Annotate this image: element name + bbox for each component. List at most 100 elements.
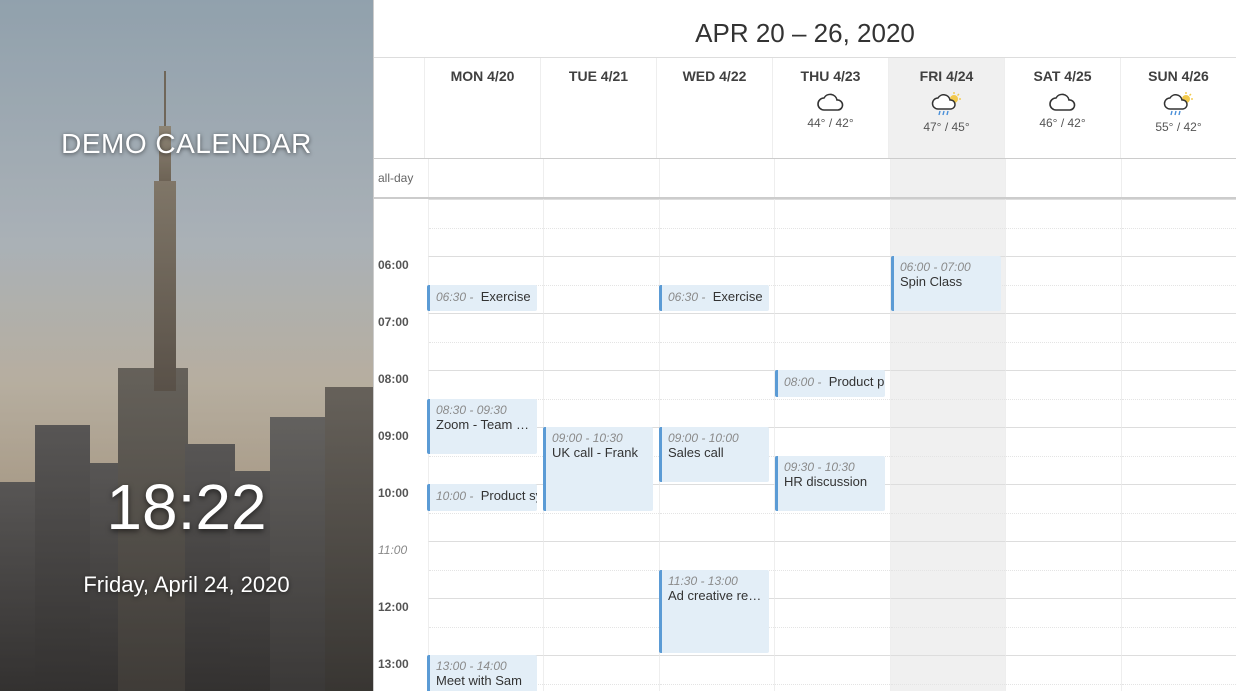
day-header-sat[interactable]: SAT 4/2546° / 42°	[1004, 58, 1120, 158]
weather-hi: 55°	[1155, 120, 1173, 134]
slot-sat-10[interactable]	[1005, 484, 1120, 541]
slot-tue-11[interactable]	[543, 541, 658, 598]
allday-cell-sun[interactable]	[1121, 159, 1236, 197]
day-header-sun[interactable]: SUN 4/2655° / 42°	[1120, 58, 1236, 158]
current-time: 18:22	[0, 470, 373, 544]
calendar-title: DEMO CALENDAR	[0, 128, 373, 160]
slot-sun-13[interactable]	[1121, 655, 1236, 691]
slot-fri-7[interactable]	[890, 313, 1005, 370]
slot-wed-10[interactable]	[659, 484, 774, 541]
slot-thu-5[interactable]	[774, 199, 889, 256]
slot-sun-11[interactable]	[1121, 541, 1236, 598]
slot-tue-6[interactable]	[543, 256, 658, 313]
slot-mon-7[interactable]	[428, 313, 543, 370]
event-tue-0[interactable]: 09:00 - 10:30UK call - Frank	[543, 427, 653, 511]
allday-cell-wed[interactable]	[659, 159, 774, 197]
slot-fri-9[interactable]	[890, 427, 1005, 484]
event-time: 11:30 - 13:00	[668, 574, 763, 588]
slot-fri-12[interactable]	[890, 598, 1005, 655]
time-grid[interactable]: 06:0007:0008:0009:0010:0011:0012:0013:00…	[374, 199, 1236, 691]
slot-sun-6[interactable]	[1121, 256, 1236, 313]
all-day-row: all-day	[374, 159, 1236, 199]
event-wed-2[interactable]: 11:30 - 13:00Ad creative review	[659, 570, 769, 654]
slot-thu-12[interactable]	[774, 598, 889, 655]
weather-lo: 45°	[952, 120, 970, 134]
day-header-mon[interactable]: MON 4/20	[424, 58, 540, 158]
event-thu-0[interactable]: 08:00 - Product planning	[775, 370, 885, 397]
slot-mon-12[interactable]	[428, 598, 543, 655]
slot-sat-11[interactable]	[1005, 541, 1120, 598]
event-fri-0[interactable]: 06:00 - 07:00Spin Class	[891, 256, 1001, 311]
slot-tue-8[interactable]	[543, 370, 658, 427]
slot-sun-5[interactable]	[1121, 199, 1236, 256]
event-mon-2[interactable]: 10:00 - Product sync	[427, 484, 537, 511]
slot-sat-6[interactable]	[1005, 256, 1120, 313]
slot-mon-5[interactable]	[428, 199, 543, 256]
slot-sat-12[interactable]	[1005, 598, 1120, 655]
event-mon-1[interactable]: 08:30 - 09:30Zoom - Team standup	[427, 399, 537, 454]
event-wed-1[interactable]: 09:00 - 10:00Sales call	[659, 427, 769, 482]
slot-sun-12[interactable]	[1121, 598, 1236, 655]
day-header-row: MON 4/20TUE 4/21WED 4/22THU 4/23 44° / 42…	[374, 57, 1236, 159]
weather-lo: 42°	[1184, 120, 1202, 134]
weather-thu: 44° / 42°	[773, 92, 888, 130]
day-header-wed[interactable]: WED 4/22	[656, 58, 772, 158]
event-title: Sales call	[668, 445, 763, 460]
event-time: 06:30 -	[668, 290, 709, 304]
slot-thu-13[interactable]	[774, 655, 889, 691]
calendar-app: DEMO CALENDAR 18:22 Friday, April 24, 20…	[0, 0, 1236, 691]
slot-fri-10[interactable]	[890, 484, 1005, 541]
slot-sun-10[interactable]	[1121, 484, 1236, 541]
slot-sun-7[interactable]	[1121, 313, 1236, 370]
event-time: 06:30 -	[436, 290, 477, 304]
event-time: 09:00 - 10:00	[668, 431, 763, 445]
allday-cell-thu[interactable]	[774, 159, 889, 197]
sidebar: DEMO CALENDAR 18:22 Friday, April 24, 20…	[0, 0, 373, 691]
event-mon-0[interactable]: 06:30 - Exercise	[427, 285, 537, 312]
day-header-tue[interactable]: TUE 4/21	[540, 58, 656, 158]
slot-tue-12[interactable]	[543, 598, 658, 655]
day-header-label: MON 4/20	[425, 68, 540, 84]
slot-wed-7[interactable]	[659, 313, 774, 370]
slot-thu-11[interactable]	[774, 541, 889, 598]
slot-wed-5[interactable]	[659, 199, 774, 256]
allday-cell-sat[interactable]	[1005, 159, 1120, 197]
allday-cell-tue[interactable]	[543, 159, 658, 197]
day-header-thu[interactable]: THU 4/23 44° / 42°	[772, 58, 888, 158]
slot-thu-6[interactable]	[774, 256, 889, 313]
day-header-label: THU 4/23	[773, 68, 888, 84]
slot-tue-13[interactable]	[543, 655, 658, 691]
slot-thu-7[interactable]	[774, 313, 889, 370]
event-title: Exercise	[713, 289, 763, 304]
slot-mon-11[interactable]	[428, 541, 543, 598]
slot-sat-8[interactable]	[1005, 370, 1120, 427]
slot-wed-8[interactable]	[659, 370, 774, 427]
day-header-label: WED 4/22	[657, 68, 772, 84]
slot-wed-13[interactable]	[659, 655, 774, 691]
event-title: Exercise	[481, 289, 531, 304]
slot-fri-5[interactable]	[890, 199, 1005, 256]
slot-sun-8[interactable]	[1121, 370, 1236, 427]
event-title: HR discussion	[784, 474, 879, 489]
slot-sun-9[interactable]	[1121, 427, 1236, 484]
slot-tue-7[interactable]	[543, 313, 658, 370]
slot-tue-5[interactable]	[543, 199, 658, 256]
day-header-fri[interactable]: FRI 4/2447° / 45°	[888, 58, 1004, 158]
allday-cell-fri[interactable]	[890, 159, 1005, 197]
slot-fri-13[interactable]	[890, 655, 1005, 691]
hour-label-12: 12:00	[374, 598, 428, 655]
event-mon-3[interactable]: 13:00 - 14:00Meet with Sam	[427, 655, 537, 691]
slot-sat-9[interactable]	[1005, 427, 1120, 484]
slot-sat-7[interactable]	[1005, 313, 1120, 370]
event-time: 09:30 - 10:30	[784, 460, 879, 474]
slot-sat-13[interactable]	[1005, 655, 1120, 691]
slot-sat-5[interactable]	[1005, 199, 1120, 256]
slot-fri-8[interactable]	[890, 370, 1005, 427]
slot-fri-11[interactable]	[890, 541, 1005, 598]
allday-cell-mon[interactable]	[428, 159, 543, 197]
weather-hi: 46°	[1039, 116, 1057, 130]
weather-lo: 42°	[1068, 116, 1086, 130]
event-thu-1[interactable]: 09:30 - 10:30HR discussion	[775, 456, 885, 511]
event-wed-0[interactable]: 06:30 - Exercise	[659, 285, 769, 312]
event-title: Product sync	[481, 488, 537, 503]
